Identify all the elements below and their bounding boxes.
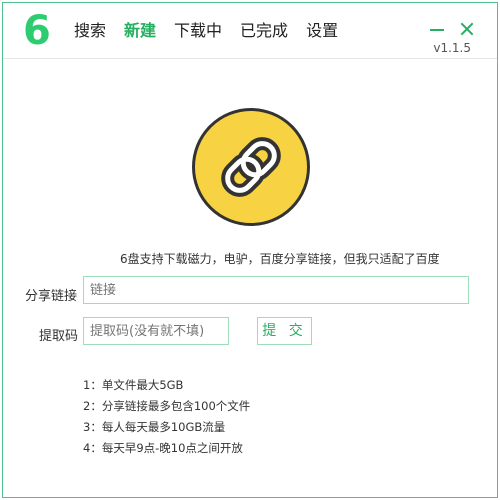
window-controls (429, 21, 475, 37)
nav-item-downloading[interactable]: 下载中 (174, 20, 222, 42)
title-bar: 6 搜索 新建 下载中 已完成 设置 v1.1.5 (3, 3, 497, 59)
top-nav: 搜索 新建 下载中 已完成 设置 (74, 20, 356, 42)
share-link-input[interactable] (83, 276, 469, 304)
nav-item-completed[interactable]: 已完成 (240, 20, 288, 42)
note-item: 4：每天早9点-晚10点之间开放 (83, 441, 243, 455)
link-chain-icon (221, 137, 281, 197)
submit-button[interactable]: 提 交 (257, 317, 312, 345)
app-logo: 6 (23, 8, 51, 54)
minimize-icon[interactable] (429, 21, 445, 37)
support-description: 6盘支持下载磁力，电驴，百度分享链接，但我只适配了百度 (120, 252, 440, 266)
note-item: 2：分享链接最多包含100个文件 (83, 399, 251, 413)
version-label: v1.1.5 (433, 41, 471, 55)
nav-item-search[interactable]: 搜索 (74, 20, 106, 42)
nav-item-settings[interactable]: 设置 (306, 20, 338, 42)
close-icon[interactable] (459, 21, 475, 37)
extract-code-label: 提取码 (39, 329, 79, 344)
note-item: 3：每人每天最多10GB流量 (83, 420, 226, 434)
app-window: 6 搜索 新建 下载中 已完成 设置 v1.1.5 6盘支持下载磁力，电驴，百度… (2, 2, 498, 498)
share-link-label: 分享链接 (25, 289, 78, 304)
note-item: 1：单文件最大5GB (83, 378, 184, 392)
link-badge (192, 108, 310, 226)
nav-item-new[interactable]: 新建 (124, 20, 156, 42)
notes-list: 1：单文件最大5GB 2：分享链接最多包含100个文件 3：每人每天最多10GB… (83, 375, 250, 459)
extract-code-input[interactable] (83, 317, 229, 345)
